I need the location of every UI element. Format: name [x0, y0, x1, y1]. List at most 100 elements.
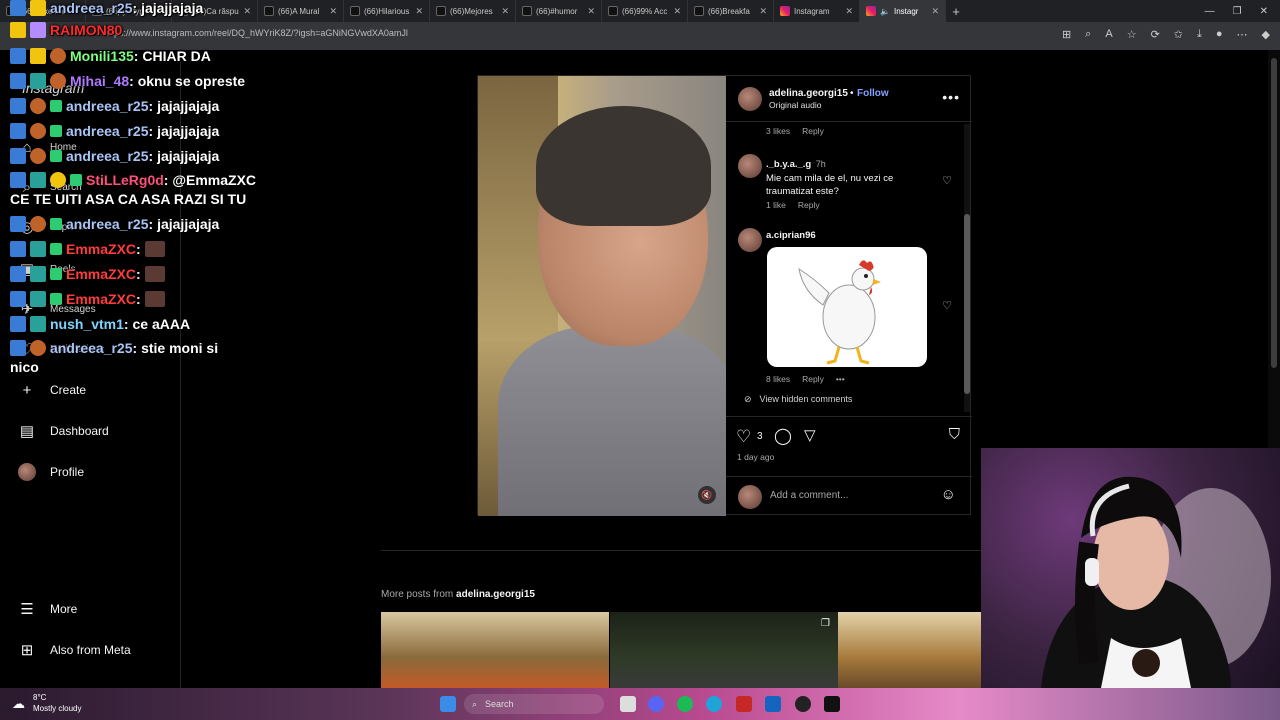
reply-button[interactable]: Reply [802, 126, 824, 136]
view-hidden-comments[interactable]: ⊘ View hidden comments [744, 394, 852, 405]
edge-icon[interactable] [706, 696, 722, 712]
close-icon[interactable]: ✕ [587, 6, 595, 17]
page-scrollbar[interactable] [1268, 50, 1280, 448]
zoom-icon[interactable]: ⌕ [1085, 28, 1091, 41]
like-count[interactable]: 3 [757, 431, 763, 442]
gift-icon [50, 293, 62, 305]
discord-icon[interactable] [648, 696, 664, 712]
audio-label[interactable]: Original audio [769, 100, 821, 110]
tab-3[interactable]: (66)A Mural ✕ [258, 0, 344, 22]
comment-likes[interactable]: 1 like [766, 200, 786, 210]
app-icon[interactable] [765, 696, 781, 712]
comment-user[interactable]: a.ciprian96 [766, 230, 816, 241]
emoji-icon[interactable]: ☺ [941, 486, 956, 503]
dashboard-icon: ▤ [19, 423, 35, 440]
tab-6[interactable]: (66)#humor ✕ [516, 0, 602, 22]
chat-user: Mihai_48 [70, 73, 130, 89]
weather-temp[interactable]: 8°C [33, 693, 46, 702]
chat-line: andreea_r25: jajajjajaja [10, 216, 219, 232]
favorite-icon[interactable]: ☆ [1127, 28, 1137, 41]
comment-likes[interactable]: 3 likes [766, 126, 790, 136]
chat-message: CE TE UITI ASA CA ASA RAZI SI TU [10, 191, 247, 207]
tab-8[interactable]: (66)Breakfa ✕ [688, 0, 774, 22]
more-posts-owner[interactable]: adelina.georgi15 [456, 589, 535, 600]
mute-icon[interactable]: 🔇 [698, 486, 716, 504]
close-icon[interactable]: ✕ [243, 6, 251, 17]
page-scrollbar-thumb[interactable] [1271, 58, 1277, 368]
profile-icon[interactable]: ● [1216, 28, 1223, 41]
scrollbar-thumb[interactable] [964, 214, 970, 394]
avatar[interactable] [738, 87, 762, 111]
badge-icon [10, 123, 26, 139]
weather-description[interactable]: Mostly cloudy [33, 704, 81, 713]
close-icon[interactable]: ✕ [673, 6, 681, 17]
install-app-icon[interactable]: ⊞ [1062, 28, 1071, 41]
avatar[interactable] [738, 228, 762, 252]
obs-icon[interactable] [795, 696, 811, 712]
taskbar-search[interactable]: ⌕ Search [464, 694, 604, 714]
refresh-icon[interactable]: ⟳ [1151, 28, 1160, 41]
favorites-bar-icon[interactable]: ✩ [1174, 28, 1183, 41]
post-header: adelina.georgi15 • Follow Original audio… [726, 76, 972, 122]
read-aloud-icon[interactable]: A [1105, 28, 1112, 41]
reel-video[interactable]: 🔇 [478, 76, 726, 516]
post-thumbnail[interactable] [381, 612, 609, 688]
start-icon[interactable] [440, 696, 456, 712]
tiktok-icon [436, 6, 446, 16]
comment-icon[interactable]: ◯ [774, 426, 792, 446]
copilot-icon[interactable]: ◆ [1262, 28, 1270, 41]
tab-5[interactable]: (66)Mejores ✕ [430, 0, 516, 22]
close-icon[interactable]: ✕ [845, 6, 853, 17]
sidebar-item-profile[interactable]: Profile [18, 463, 84, 481]
chat-line: andreea_r25: stie moni si [10, 340, 218, 356]
file-explorer-icon[interactable] [620, 696, 636, 712]
minimize-icon[interactable]: — [1205, 6, 1215, 17]
weather-cloud-icon[interactable]: ☁ [12, 696, 25, 712]
comment-more-button[interactable]: ••• [836, 374, 845, 384]
post-owner[interactable]: adelina.georgi15 [769, 88, 848, 99]
post-thumbnail[interactable]: ❐ [610, 612, 838, 688]
comment-likes[interactable]: 8 likes [766, 374, 790, 384]
reply-button[interactable]: Reply [798, 200, 820, 210]
new-tab-button[interactable]: + [946, 4, 966, 19]
close-icon[interactable]: ✕ [759, 6, 767, 17]
tab-7[interactable]: (66)99% Acc ✕ [602, 0, 688, 22]
add-comment-input[interactable]: Add a comment... [770, 490, 848, 501]
tab-10-active[interactable]: 🔈 Instagr ✕ [860, 0, 946, 22]
spotify-icon[interactable] [677, 696, 693, 712]
tab-4[interactable]: (66)Hilarious ✕ [344, 0, 430, 22]
close-window-icon[interactable]: ✕ [1260, 6, 1268, 17]
post-thumbnail[interactable] [838, 612, 981, 688]
comments-scrollbar[interactable] [964, 124, 970, 412]
reply-button[interactable]: Reply [802, 374, 824, 384]
sidebar-item-create[interactable]: + Create [18, 381, 86, 399]
sidebar-item-more[interactable]: ☰ More [18, 600, 77, 618]
share-icon[interactable]: ▽ [804, 426, 816, 444]
close-icon[interactable]: ✕ [931, 6, 939, 17]
close-icon[interactable]: ✕ [329, 6, 337, 17]
avatar[interactable] [738, 154, 762, 178]
like-comment-icon[interactable]: ♡ [942, 299, 952, 312]
post-age: 1 day ago [737, 452, 775, 462]
app-icon[interactable] [736, 696, 752, 712]
tiktok-icon[interactable] [824, 696, 840, 712]
badge-icon [10, 266, 26, 282]
comment-user[interactable]: ._b.y.a._.g [766, 159, 811, 170]
downloads-icon[interactable]: ⤓ [1197, 28, 1202, 41]
save-icon[interactable]: ⛉ [949, 426, 960, 443]
chat-line: nush_vtm1: ce aAAA [10, 316, 190, 332]
close-icon[interactable]: ✕ [501, 6, 509, 17]
maximize-icon[interactable]: ❐ [1233, 6, 1242, 17]
like-icon[interactable]: ♡ [736, 427, 751, 447]
more-icon[interactable]: ⋯ [1237, 28, 1248, 41]
chicken-sticker-icon [798, 260, 881, 365]
url-field[interactable]: https://www.instagram.com/reel/DQ_hWYriK… [104, 28, 408, 38]
follow-button[interactable]: Follow [857, 88, 889, 99]
close-icon[interactable]: ✕ [415, 6, 423, 17]
tab-9[interactable]: Instagram ✕ [774, 0, 860, 22]
sidebar-item-dashboard[interactable]: ▤ Dashboard [18, 422, 109, 440]
sidebar-item-also-from-meta[interactable]: ⊞ Also from Meta [18, 641, 131, 659]
more-options-button[interactable]: ••• [942, 89, 960, 105]
like-comment-icon[interactable]: ♡ [942, 174, 952, 187]
badge-icon [10, 241, 26, 257]
